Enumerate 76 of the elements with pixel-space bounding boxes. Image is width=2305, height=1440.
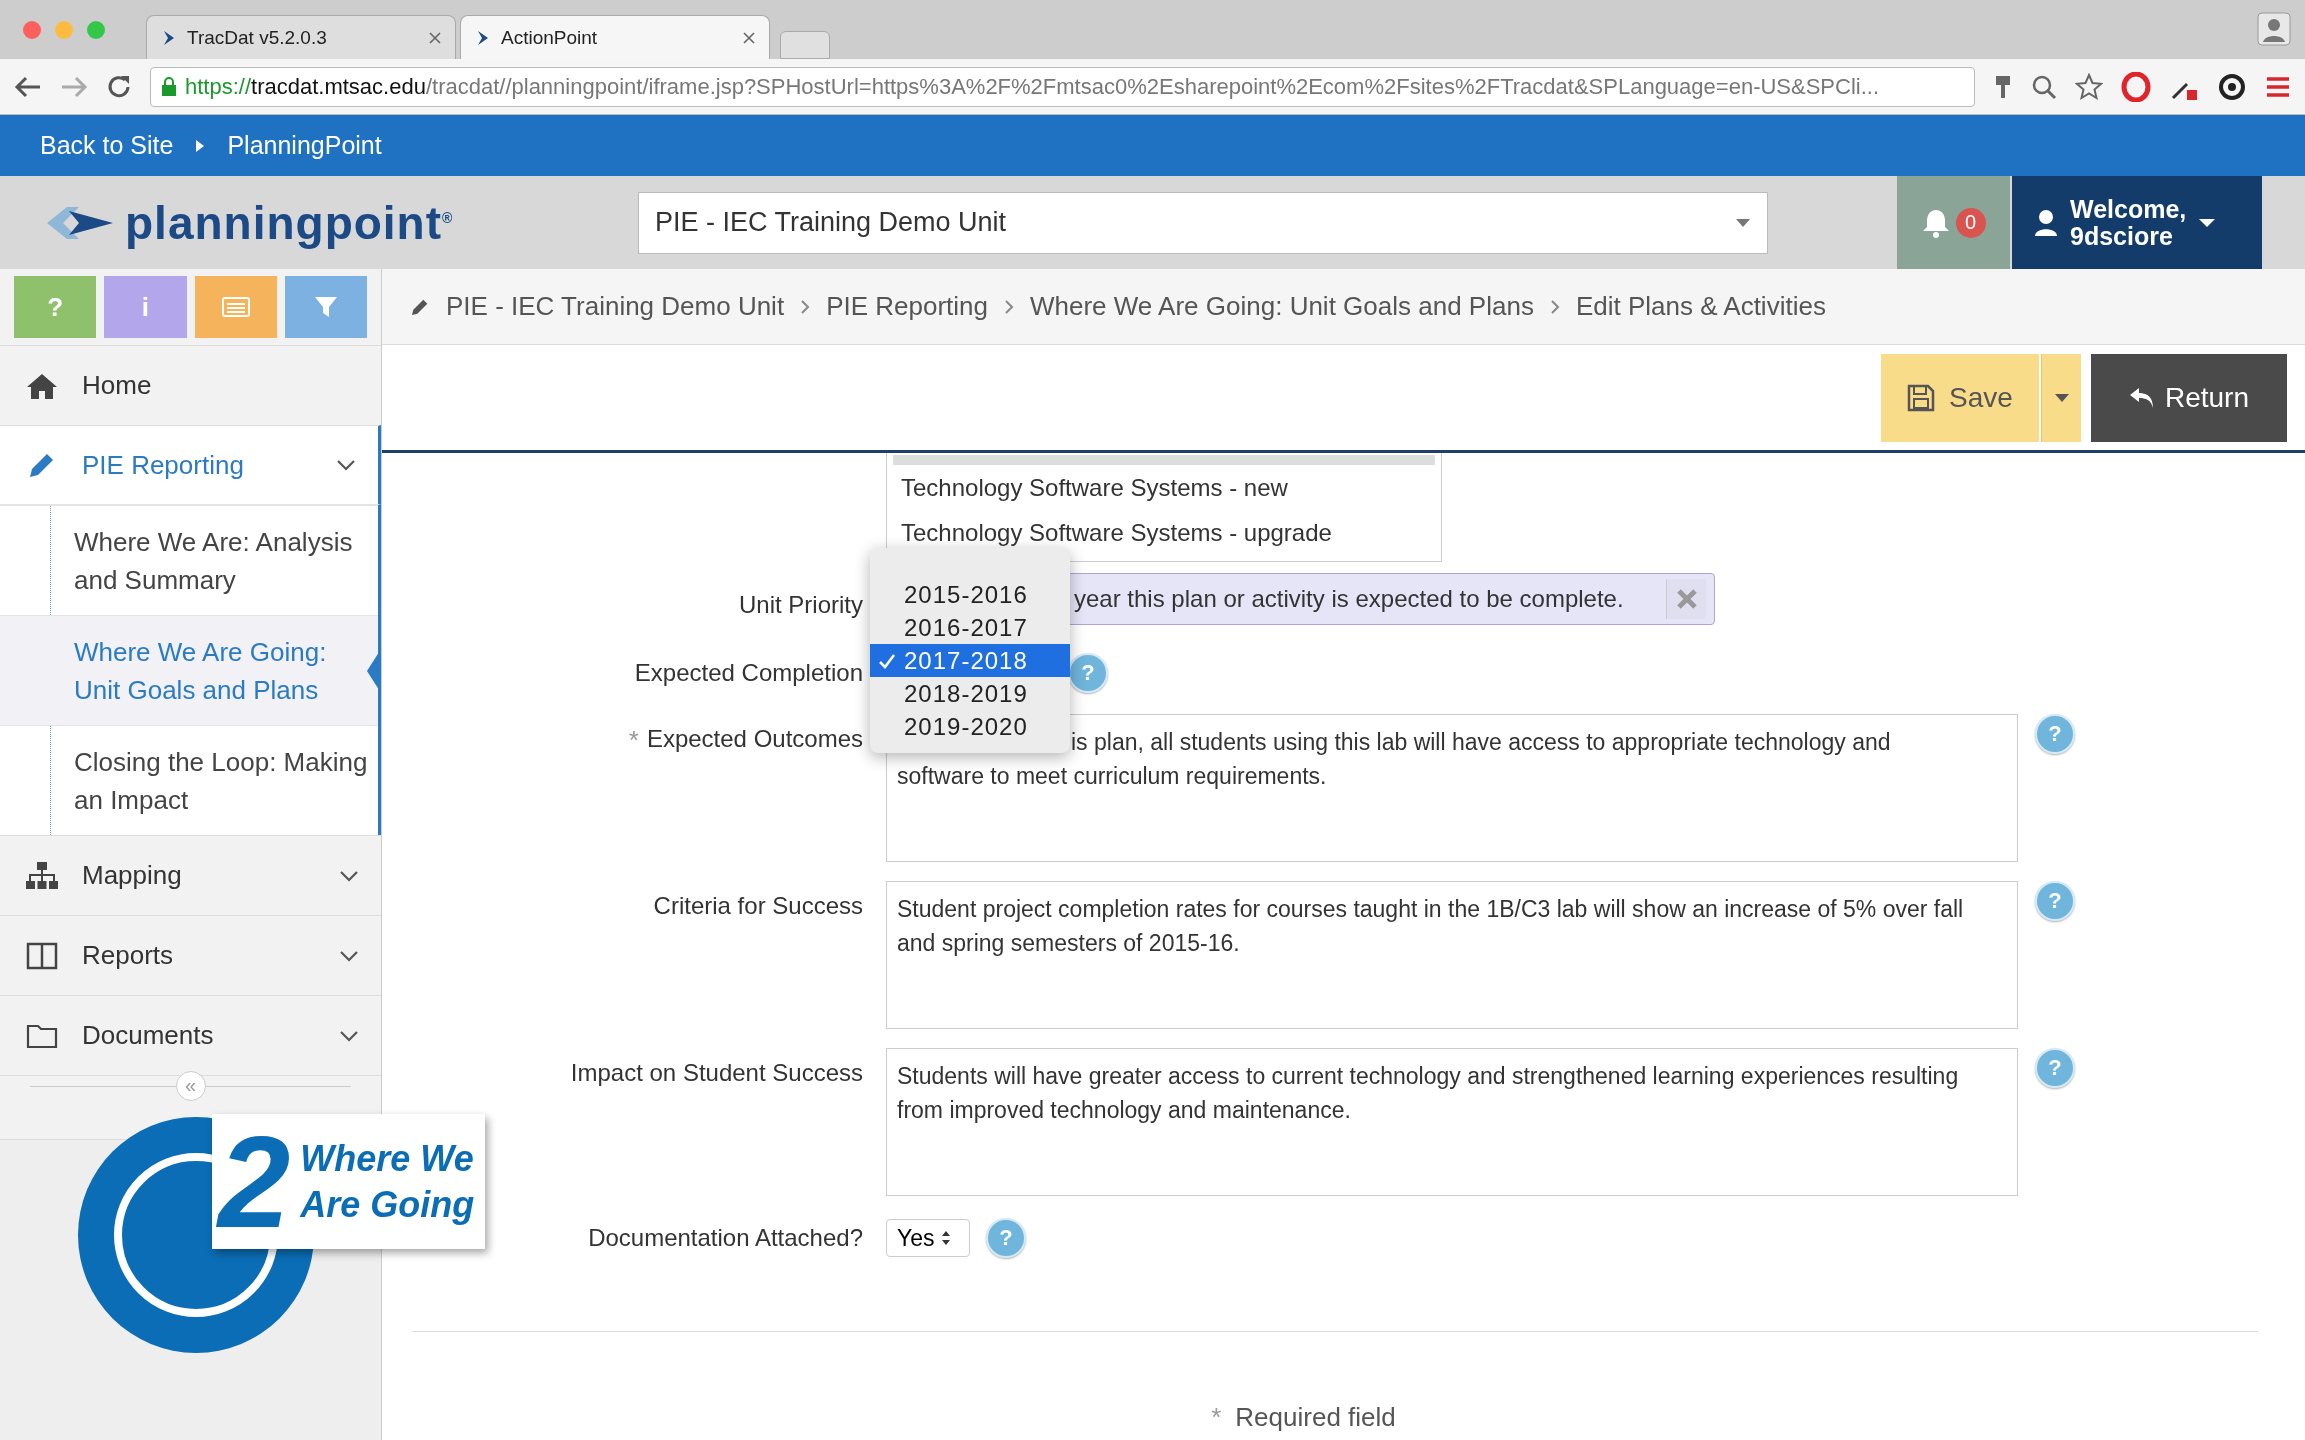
updown-arrows-icon	[940, 1229, 951, 1247]
profile-icon[interactable]	[2257, 12, 2291, 46]
field-label: Documentation Attached?	[588, 1224, 863, 1252]
text-area[interactable]: Student project completion rates for courses taught in the 1B/C3 lab will show an increase of 5% over fall and spring semesters of 2015-16.	[886, 881, 2018, 1029]
settings-icon[interactable]	[2217, 71, 2247, 102]
back-to-site-link[interactable]: Back to Site	[40, 131, 174, 160]
star-icon[interactable]	[2075, 72, 2103, 101]
field-label: Criteria for Success	[653, 892, 863, 920]
close-icon	[1675, 588, 1698, 610]
close-icon[interactable]	[429, 31, 441, 44]
back-icon[interactable]	[14, 74, 42, 99]
breadcrumb-link[interactable]: Where We Are Going: Unit Goals and Plans	[1030, 291, 1534, 322]
logo-text: planningpoint$^{®}$	[125, 195, 454, 250]
lock-icon	[161, 76, 177, 97]
return-button[interactable]: Return	[2091, 353, 2287, 442]
unit-select[interactable]: PIE - IEC Training Demo Unit	[638, 191, 1768, 254]
filter-button[interactable]	[284, 276, 367, 338]
ring-icon[interactable]	[2121, 71, 2151, 102]
chevron-right-icon	[1549, 298, 1560, 315]
field-label: Impact on Student Success	[570, 1059, 863, 1087]
menu-option[interactable]: 2016-2017	[870, 611, 1070, 644]
filter-icon	[313, 295, 338, 319]
zoom-icon[interactable]	[2031, 73, 2057, 100]
text-area[interactable]: Students will have greater access to current technology and strengthened learning experiences resulting from improved technology and maintenance.	[886, 1048, 2018, 1196]
chevron-down-icon	[339, 869, 359, 882]
chevron-down-icon	[336, 459, 356, 471]
field-label: Expected Completion	[634, 658, 863, 687]
caret-icon	[1735, 217, 1751, 228]
field-label: Unit Priority	[738, 591, 863, 619]
welcome-text: Welcome, 9dsciore	[2070, 196, 2187, 249]
tooltip-text: year this plan or activity is expected to be complete.	[1074, 585, 1624, 613]
bell-icon	[1921, 207, 1950, 238]
yes-no-select[interactable]: Yes	[886, 1219, 970, 1257]
listbox-option[interactable]: Technology Software Systems - new	[893, 465, 1435, 510]
user-menu[interactable]: Welcome, 9dsciore	[2012, 176, 2262, 269]
address-bar[interactable]: https://tracdat.mtsac.edu/tracdat//planningpoint/iframe.jsp?SPHostUrl=https%3A%2F%2Fmtsac0%2Esharepoint%2Ecom%2Fsites%2FTracdat&SPLanguage=en-US&SPCli...	[150, 66, 1975, 107]
return-arrow-icon	[2128, 385, 2155, 410]
menu-option[interactable]: 2015-2016	[870, 578, 1070, 611]
url-text: https://tracdat.mtsac.edu/tracdat//planningpoint/iframe.jsp?SPHostUrl=https%3A%2F%2Fmtsac0%2Esharepoint%2Ecom%2Fsites%2FTracdat&SPLanguage=en-US&SPCli...	[185, 73, 1880, 100]
section-number: 2	[218, 1116, 291, 1247]
notification-count: 0	[1955, 207, 1986, 238]
browser-tab[interactable]: ActionPoint	[460, 15, 770, 59]
caret-icon	[2198, 217, 2217, 228]
list-icon	[221, 297, 250, 317]
menu-option[interactable]: 2018-2019	[870, 677, 1070, 710]
notifications-button[interactable]: 0	[1897, 176, 2010, 269]
sidebar-item[interactable]: PIE Reporting	[0, 425, 381, 505]
caret-icon	[2054, 393, 2069, 402]
chevron-down-icon	[339, 1029, 359, 1042]
priority-listbox[interactable]: Technology Software Systems - new Technology Software Systems - upgrade	[886, 453, 1442, 562]
breadcrumb-link[interactable]: PIE Reporting	[826, 291, 988, 322]
breadcrumb-link[interactable]: PlanningPoint	[227, 131, 382, 160]
section-title: Where We Are Going	[300, 1136, 476, 1227]
close-icon[interactable]	[743, 31, 755, 44]
breadcrumb-link[interactable]: PIE - IEC Training Demo Unit	[446, 291, 785, 322]
reload-icon[interactable]	[106, 73, 132, 100]
required-mark: *	[1211, 1402, 1222, 1433]
sitemap-icon	[25, 860, 59, 891]
chevron-down-icon	[339, 949, 359, 962]
caret-icon	[195, 138, 206, 153]
columns-icon	[26, 941, 58, 970]
chevron-right-icon	[1004, 298, 1014, 315]
check-icon	[878, 652, 896, 669]
required-mark: *	[628, 725, 639, 756]
user-icon	[2034, 208, 2058, 237]
required-note: Required field	[1235, 1402, 1396, 1433]
browser-tab[interactable]: TracDat v5.2.0.3	[146, 15, 456, 59]
field-label: Expected Outcomes	[646, 725, 863, 754]
home-icon	[26, 371, 58, 400]
breadcrumb-link[interactable]: Edit Plans & Activities	[1575, 291, 1826, 322]
sidebar-subitem[interactable]: Where We Are Going: Unit Goals and Plans	[0, 615, 378, 725]
menu-option[interactable]: 2017-2018	[870, 644, 1070, 677]
save-button[interactable]: Save	[1881, 353, 2039, 442]
chevron-right-icon	[800, 298, 811, 315]
menu-icon[interactable]	[2265, 75, 2291, 98]
listbox-option[interactable]: Technology Software Systems - upgrade	[893, 510, 1435, 555]
